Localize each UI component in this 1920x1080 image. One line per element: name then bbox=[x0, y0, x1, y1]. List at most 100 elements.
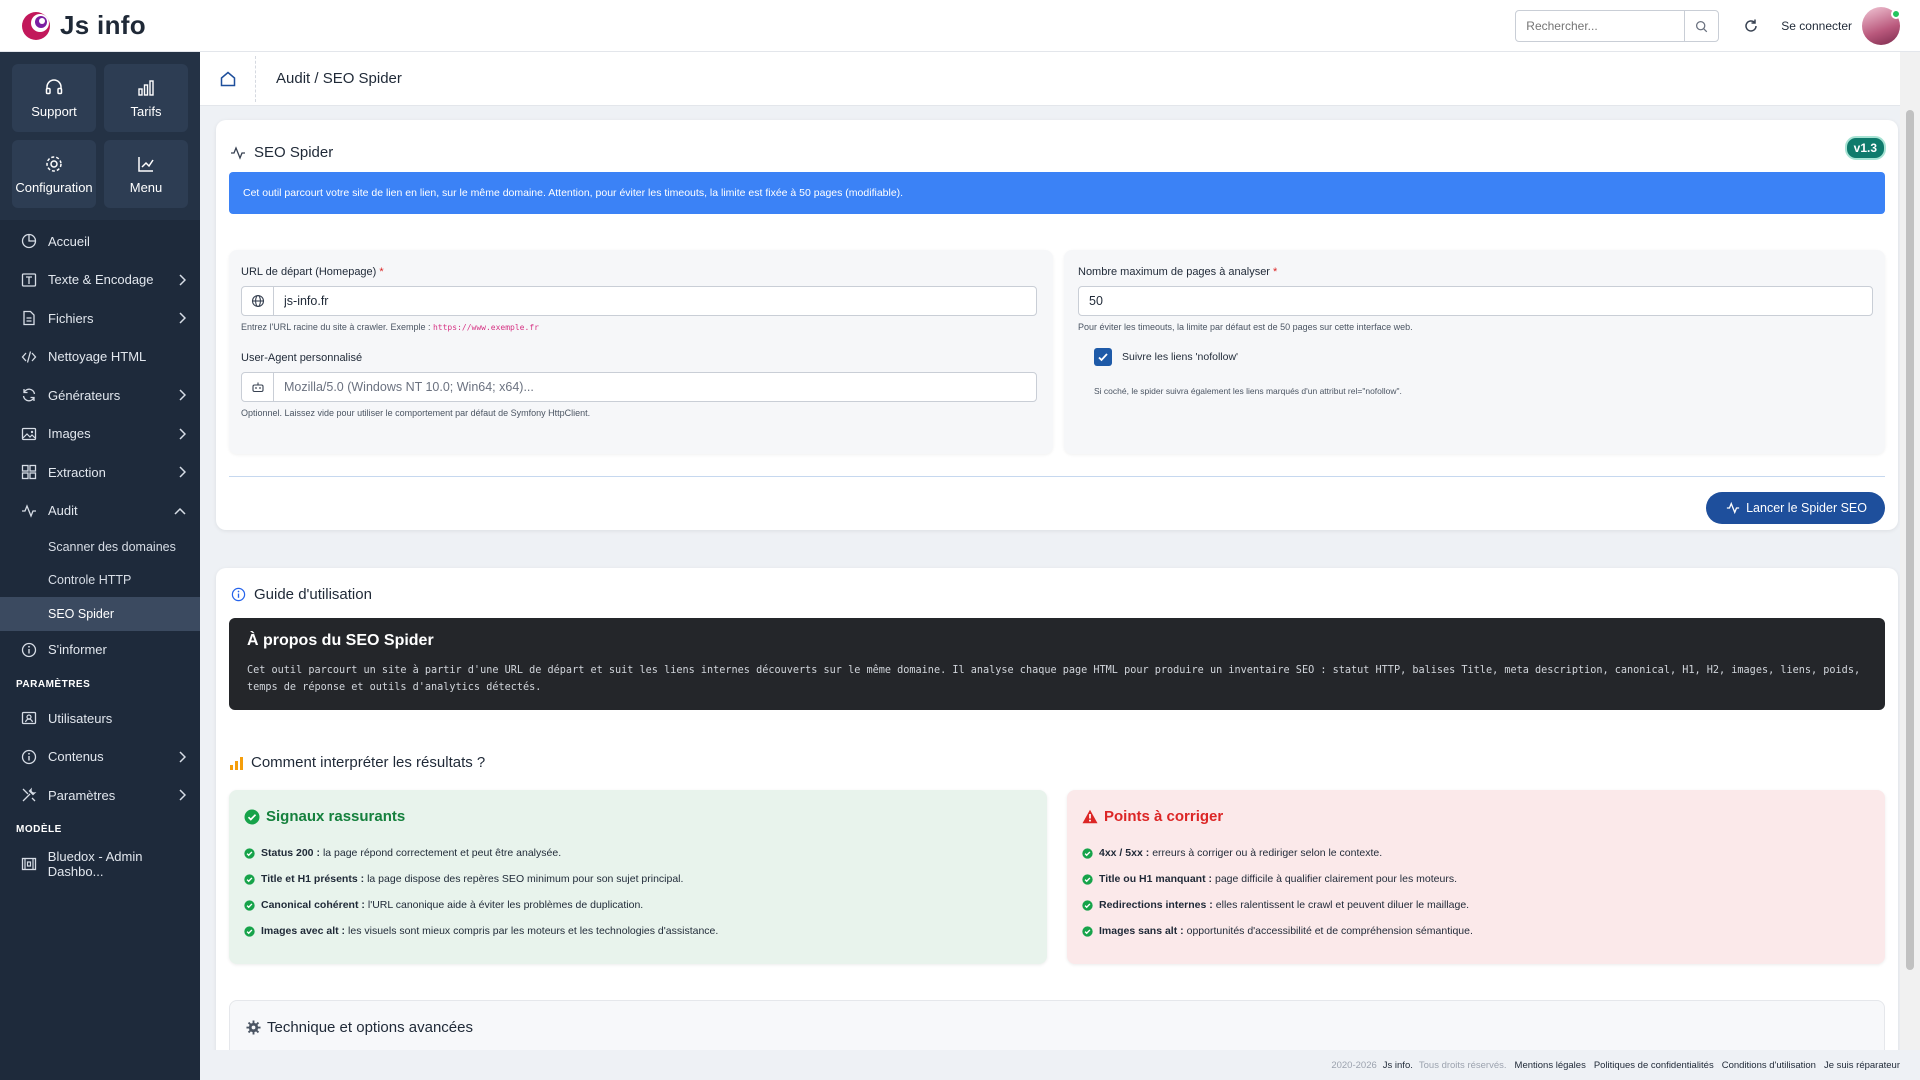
panel-options: Nombre maximum de pages à analyser * Pou… bbox=[1064, 250, 1885, 454]
footer-link-repairer[interactable]: Je suis réparateur bbox=[1824, 1060, 1900, 1071]
footer-rights: Tous droits réservés. bbox=[1418, 1059, 1507, 1071]
good-signals-header: Signaux rassurants bbox=[244, 808, 405, 825]
max-pages-field[interactable] bbox=[1079, 287, 1872, 315]
logo[interactable]: Js info bbox=[0, 10, 200, 42]
quick-access-grid: Support Tarifs Configuration Menu bbox=[0, 52, 200, 220]
card-title: SEO Spider bbox=[254, 144, 334, 161]
image-icon bbox=[20, 425, 38, 443]
nofollow-label[interactable]: Suivre les liens 'nofollow' bbox=[1122, 351, 1238, 363]
scrollbar-thumb[interactable] bbox=[1906, 110, 1914, 970]
max-pages-label: Nombre maximum de pages à analyser * bbox=[1078, 266, 1278, 278]
sidebar-section-modele: MODÈLE bbox=[16, 824, 62, 835]
url-help-text: Entrez l'URL racine du site à crawler. E… bbox=[241, 322, 539, 332]
item-text: la page dispose des repères SEO minimum … bbox=[367, 873, 684, 885]
footer-brand: Js info. bbox=[1382, 1059, 1413, 1071]
chevron-right-icon bbox=[179, 389, 186, 401]
check-circle-icon bbox=[1082, 925, 1093, 937]
good-signals-box: Signaux rassurants Status 200 : la page r… bbox=[229, 790, 1047, 964]
sidebar-section-parametres: PARAMÈTRES bbox=[16, 678, 91, 690]
sidebar-item-bluedox[interactable]: Bluedox - Admin Dashbo... bbox=[0, 845, 200, 884]
about-title: À propos du SEO Spider bbox=[247, 632, 434, 649]
chevron-right-icon bbox=[179, 466, 186, 478]
max-pages-help: Pour éviter les timeouts, la limite par … bbox=[1078, 322, 1413, 332]
quick-tile-support[interactable]: Support bbox=[12, 64, 96, 132]
item-text: erreurs à corriger ou à rediriger selon … bbox=[1152, 847, 1383, 859]
sidebar: Support Tarifs Configuration Menu Accuei… bbox=[0, 52, 200, 1080]
pie-chart-icon bbox=[20, 232, 38, 250]
advanced-options-section[interactable]: Technique et options avancées bbox=[229, 1000, 1885, 1050]
chevron-up-icon bbox=[174, 507, 186, 515]
about-text: Cet outil parcourt un site à partir d'un… bbox=[247, 665, 1861, 693]
sidebar-item-informer[interactable]: S'informer bbox=[0, 631, 200, 670]
quick-tile-configuration[interactable]: Configuration bbox=[12, 140, 96, 208]
sidebar-item-label: Audit bbox=[48, 503, 78, 519]
sidebar-item-images[interactable]: Images bbox=[0, 415, 200, 454]
guide-card: Guide d'utilisation À propos du SEO Spid… bbox=[216, 568, 1898, 1050]
interpret-title: Comment interpréter les résultats ? bbox=[251, 754, 486, 771]
check-circle-icon bbox=[1082, 873, 1093, 885]
nofollow-help: Si coché, le spider suivra également les… bbox=[1094, 386, 1402, 396]
version-badge: v1.3 bbox=[1844, 136, 1886, 160]
sidebar-item-parametres[interactable]: Paramètres bbox=[0, 776, 200, 815]
quick-tile-menu[interactable]: Menu bbox=[104, 140, 188, 208]
nofollow-checkbox[interactable] bbox=[1094, 348, 1112, 366]
fix-points-title: Points à corriger bbox=[1104, 808, 1224, 825]
sidebar-item-texte-encodage[interactable]: Texte & Encodage bbox=[0, 261, 200, 300]
breadcrumb-text: Audit / SEO Spider bbox=[276, 70, 402, 87]
code-icon bbox=[20, 348, 38, 366]
file-icon bbox=[20, 309, 38, 327]
quick-tile-label: Menu bbox=[129, 179, 163, 195]
search-icon bbox=[1696, 20, 1708, 32]
footer-link-terms[interactable]: Conditions d'utilisation bbox=[1722, 1060, 1816, 1071]
footer-years: 2020-2026 bbox=[1331, 1059, 1377, 1071]
sidebar-item-accueil[interactable]: Accueil bbox=[0, 222, 200, 261]
list-item: Images sans alt : opportunités d'accessib… bbox=[1082, 918, 1473, 944]
chevron-right-icon bbox=[179, 789, 186, 801]
ua-field-label: User-Agent personnalisé bbox=[241, 352, 363, 364]
item-text: elles ralentissent le crawl et peuvent d… bbox=[1215, 899, 1470, 911]
sidebar-subitem-seo-spider[interactable]: SEO Spider bbox=[0, 597, 200, 631]
footer: 2020-2026 Js info. Tous droits réservés.… bbox=[200, 1050, 1920, 1080]
search-button[interactable] bbox=[1684, 11, 1718, 41]
home-link[interactable] bbox=[200, 52, 256, 106]
search-input[interactable] bbox=[1516, 11, 1685, 41]
guide-title: Guide d'utilisation bbox=[254, 586, 372, 603]
footer-link-mentions[interactable]: Mentions légales bbox=[1515, 1060, 1586, 1071]
sidebar-item-contenus[interactable]: Contenus bbox=[0, 738, 200, 777]
item-text: les visuels sont mieux compris par les m… bbox=[348, 925, 719, 937]
sidebar-item-label: Utilisateurs bbox=[48, 710, 113, 726]
refresh-button[interactable] bbox=[1739, 14, 1763, 38]
item-bold: Title ou H1 manquant : bbox=[1099, 873, 1212, 885]
signal-bars-icon bbox=[230, 756, 243, 770]
sidebar-item-generateurs[interactable]: Générateurs bbox=[0, 376, 200, 415]
launch-spider-button[interactable]: Lancer le Spider SEO bbox=[1706, 492, 1885, 524]
list-item: Title ou H1 manquant : page difficile à q… bbox=[1082, 866, 1473, 892]
user-agent-field[interactable] bbox=[274, 373, 1036, 401]
sidebar-subitem-scanner-domaines[interactable]: Scanner des domaines bbox=[0, 530, 200, 564]
sidebar-item-extraction[interactable]: Extraction bbox=[0, 453, 200, 492]
sidebar-item-audit[interactable]: Audit bbox=[0, 492, 200, 531]
sidebar-subitem-controle-http[interactable]: Controle HTTP bbox=[0, 564, 200, 598]
check-circle-icon bbox=[244, 847, 255, 859]
sidebar-item-nettoyage-html[interactable]: Nettoyage HTML bbox=[0, 338, 200, 377]
sidebar-item-utilisateurs[interactable]: Utilisateurs bbox=[0, 699, 200, 738]
sidebar-item-fichiers[interactable]: Fichiers bbox=[0, 299, 200, 338]
text-icon bbox=[20, 271, 38, 289]
sidebar-item-label: Fichiers bbox=[48, 310, 94, 326]
login-link[interactable]: Se connecter bbox=[1781, 19, 1852, 33]
page-scrollbar[interactable] bbox=[1900, 52, 1920, 1050]
check-icon bbox=[1098, 353, 1108, 362]
card-header: SEO Spider bbox=[230, 144, 333, 161]
item-bold: Redirections internes : bbox=[1099, 899, 1213, 911]
top-bar: Js info Se connecter bbox=[0, 0, 1920, 52]
max-pages-input-group bbox=[1078, 286, 1873, 316]
list-item: Status 200 : la page répond correctement … bbox=[244, 840, 718, 866]
url-field[interactable] bbox=[274, 287, 1036, 315]
ua-input-group bbox=[241, 372, 1037, 402]
check-circle-icon bbox=[244, 899, 255, 911]
avatar[interactable] bbox=[1862, 7, 1901, 45]
quick-tile-tarifs[interactable]: Tarifs bbox=[104, 64, 188, 132]
footer-link-privacy[interactable]: Politiques de confidentialités bbox=[1594, 1060, 1714, 1071]
fix-points-list: 4xx / 5xx : erreurs à corriger ou à redir… bbox=[1082, 840, 1473, 944]
item-bold: Images sans alt : bbox=[1099, 925, 1184, 937]
